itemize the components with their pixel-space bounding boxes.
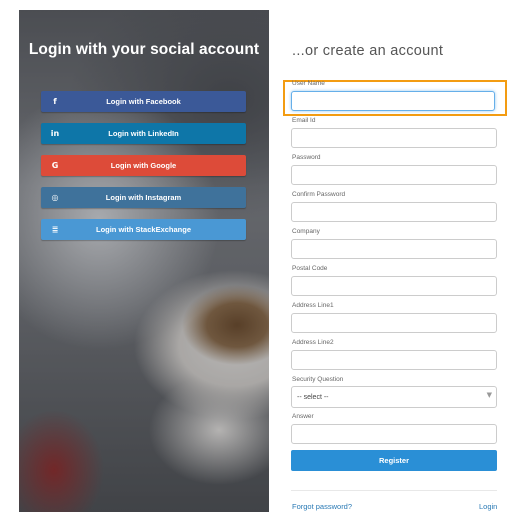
form-title: ...or create an account	[292, 43, 444, 59]
facebook-icon: f	[53, 97, 57, 106]
address-line1-label: Address Line1	[292, 302, 334, 309]
security-question-label: Security Question	[292, 376, 344, 383]
linkedin-login-button[interactable]: in Login with LinkedIn	[41, 123, 246, 144]
social-title: Login with your social account	[28, 41, 260, 58]
security-question-value: -- select --	[297, 393, 329, 401]
postal-code-label: Postal Code	[292, 265, 328, 272]
stackexchange-icon: ≣	[51, 225, 59, 234]
google-icon: G	[51, 161, 59, 170]
instagram-login-label: Login with Instagram	[105, 193, 182, 202]
username-label: User Name	[292, 80, 325, 87]
linkedin-icon: in	[50, 129, 60, 138]
stackexchange-login-button[interactable]: ≣ Login with StackExchange	[41, 219, 246, 240]
email-input[interactable]	[291, 128, 497, 148]
register-button[interactable]: Register	[291, 450, 497, 471]
stackexchange-login-label: Login with StackExchange	[95, 225, 192, 234]
background-photo	[19, 10, 269, 512]
company-label: Company	[292, 228, 320, 235]
social-login-panel: Login with your social account f Login w…	[19, 10, 269, 512]
linkedin-login-label: Login with LinkedIn	[108, 129, 179, 138]
google-login-label: Login with Google	[110, 161, 177, 170]
address-line2-label: Address Line2	[292, 339, 334, 346]
email-label: Email Id	[292, 117, 316, 124]
login-link[interactable]: Login	[479, 502, 497, 511]
facebook-login-button[interactable]: f Login with Facebook	[41, 91, 246, 112]
password-input[interactable]	[291, 165, 497, 185]
forgot-password-link[interactable]: Forgot password?	[292, 502, 352, 511]
facebook-login-label: Login with Facebook	[106, 97, 181, 106]
company-input[interactable]	[291, 239, 497, 259]
google-login-button[interactable]: G Login with Google	[41, 155, 246, 176]
address-line1-input[interactable]	[291, 313, 497, 333]
instagram-icon: ◎	[51, 193, 59, 202]
password-label: Password	[292, 154, 321, 161]
answer-input[interactable]	[291, 424, 497, 444]
chevron-down-icon: ▼	[486, 391, 492, 399]
postal-code-input[interactable]	[291, 276, 497, 296]
address-line2-input[interactable]	[291, 350, 497, 370]
confirm-password-label: Confirm Password	[292, 191, 346, 198]
answer-label: Answer	[292, 413, 314, 420]
instagram-login-button[interactable]: ◎ Login with Instagram	[41, 187, 246, 208]
username-input[interactable]	[291, 91, 495, 111]
confirm-password-input[interactable]	[291, 202, 497, 222]
divider	[291, 490, 497, 491]
security-question-select[interactable]: -- select -- ▼	[291, 386, 497, 408]
